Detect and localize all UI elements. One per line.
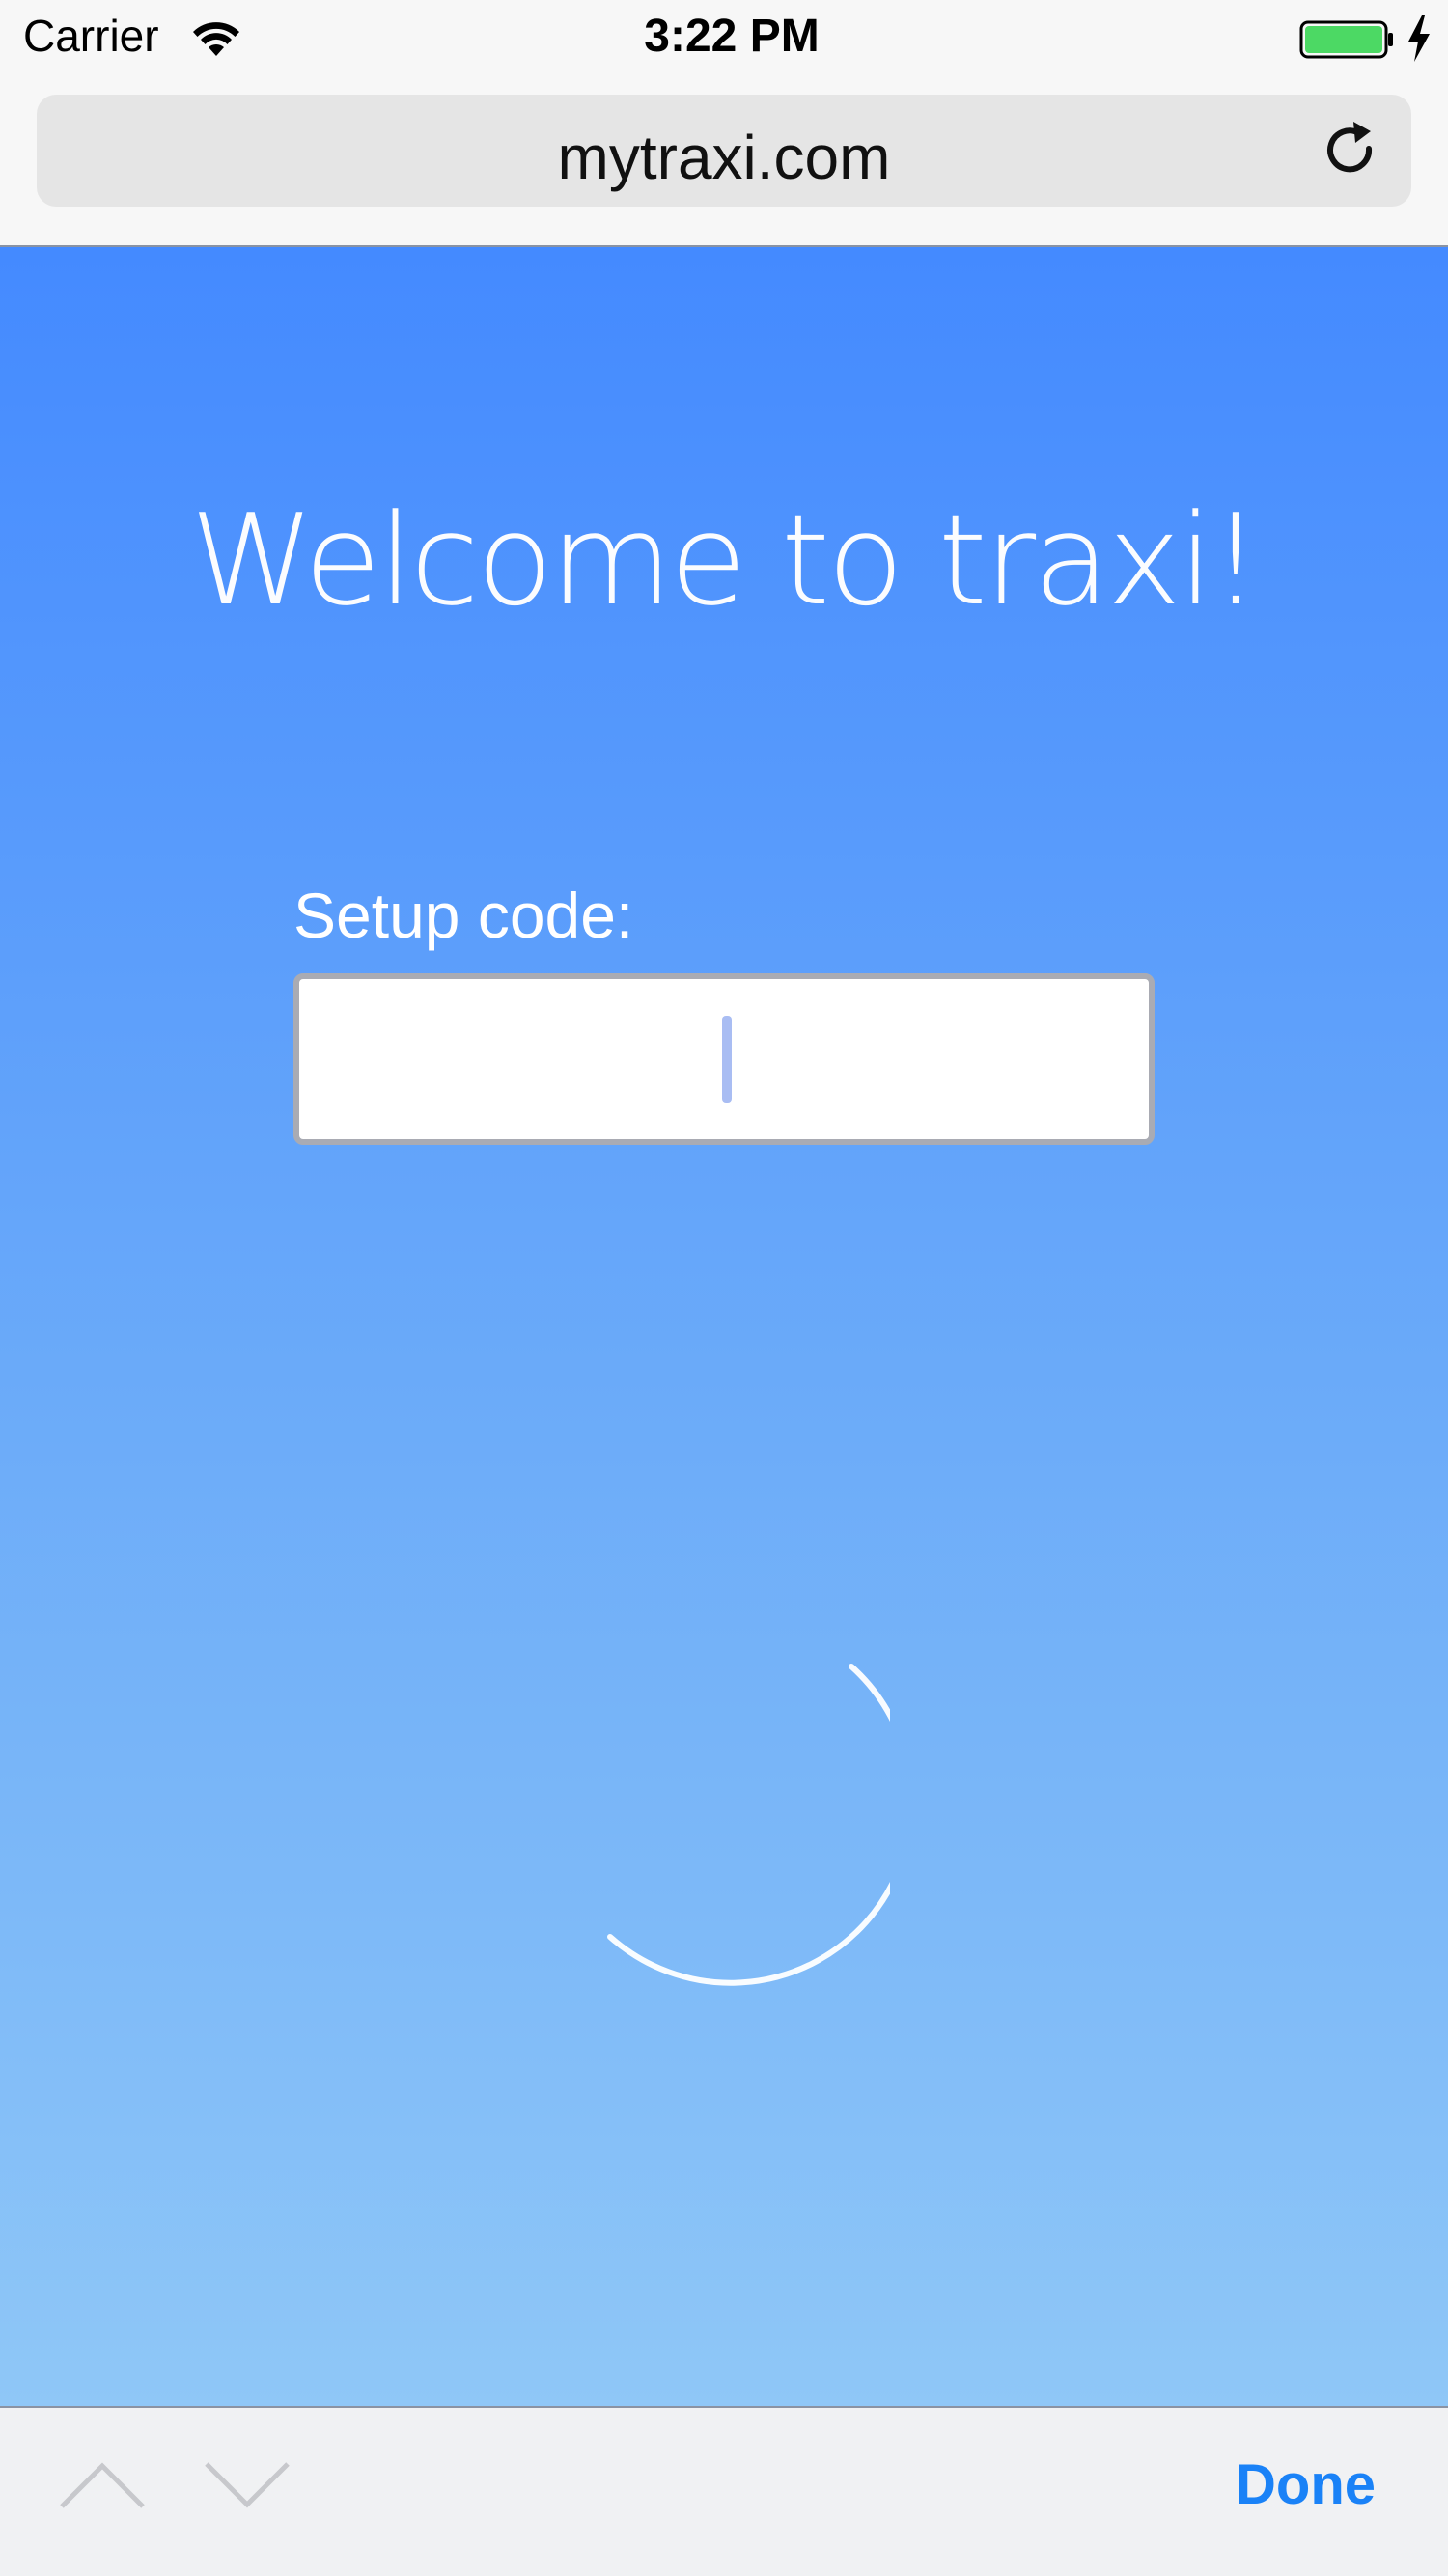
text-cursor [722,1016,732,1103]
battery-icon [1299,20,1393,59]
reload-icon[interactable] [1321,120,1382,182]
url-text[interactable]: mytraxi.com [37,122,1411,193]
welcome-title: Welcome to traxi! [189,487,1261,633]
page-content: Welcome to traxi! Setup code: [0,247,1448,2406]
charging-bolt-icon [1408,15,1430,62]
setup-code-label: Setup code: [293,880,634,951]
loading-spinner-icon [607,1664,890,1986]
chevron-down-icon[interactable] [203,2456,292,2514]
keyboard-accessory-bar: Done [0,2406,1448,2576]
status-bar: Carrier 3:22 PM [0,0,1448,77]
status-time: 3:22 PM [644,11,820,62]
done-button[interactable]: Done [1236,2452,1376,2517]
chevron-up-icon[interactable] [58,2456,147,2514]
url-field[interactable]: mytraxi.com [37,95,1411,207]
browser-address-area: mytraxi.com [0,77,1448,247]
